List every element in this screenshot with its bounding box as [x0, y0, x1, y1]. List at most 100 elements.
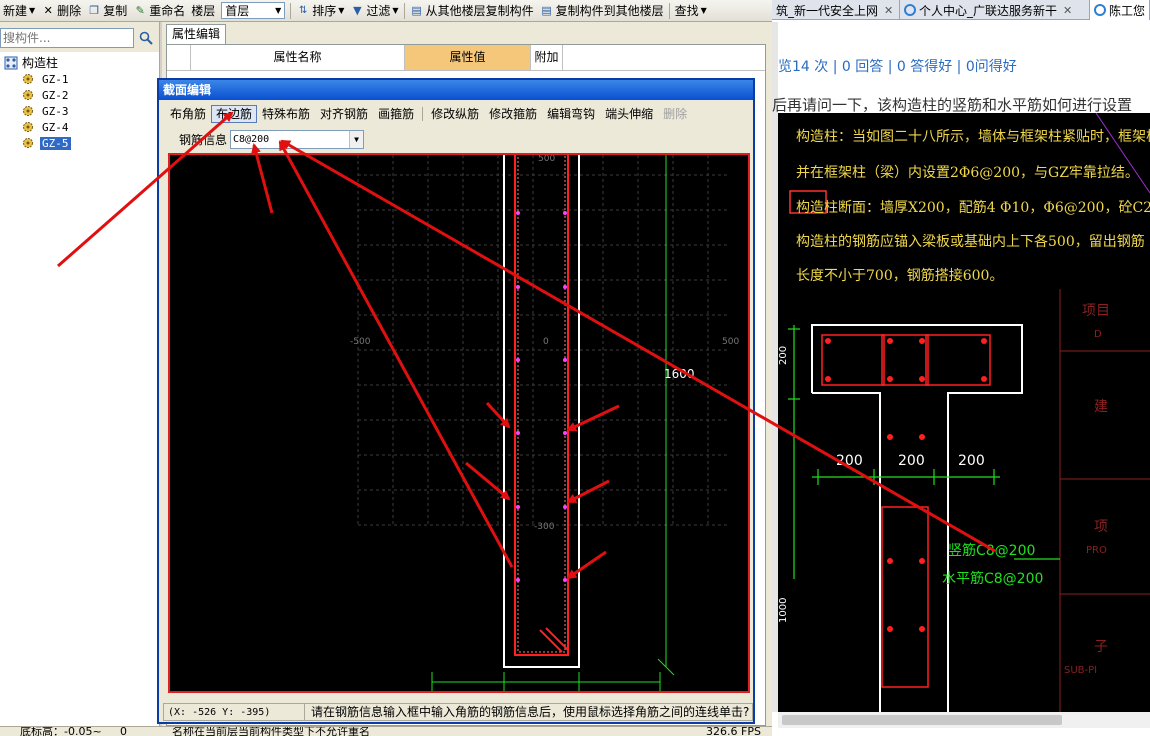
column-header-extra[interactable]: 附加: [531, 45, 563, 70]
dimension-label: 1000: [778, 598, 789, 623]
copy-floor-icon: ▤: [411, 3, 422, 17]
filter-button[interactable]: ▼ 过滤 ▼: [347, 1, 401, 21]
draw-stirrup-button[interactable]: 画箍筋: [373, 105, 419, 123]
dialog-title[interactable]: 截面编辑: [159, 80, 753, 100]
browser-tab-personal[interactable]: 个人中心_广联达服务新干 ✕: [900, 0, 1090, 20]
delete-button[interactable]: ✕ 删除: [38, 1, 84, 21]
column-header-value[interactable]: 属性值: [405, 45, 531, 70]
section-canvas[interactable]: 500 -500 0 500 -300 1600: [168, 153, 750, 693]
find-button[interactable]: 查找 ▼: [672, 1, 710, 21]
note-line: 构造柱：当如图二十八所示，墙体与框架柱紧贴时，框架柱位置应设GZ，: [796, 129, 1150, 145]
new-button[interactable]: 新建 ▼: [0, 1, 38, 21]
column-detail-drawing: 项目 D 建 项 PRO 子 SUB-PI 200 200 200 200 10…: [778, 289, 1150, 712]
rebar-dot: [887, 626, 893, 632]
close-icon[interactable]: ✕: [884, 4, 893, 17]
column-header-name[interactable]: 属性名称: [191, 45, 405, 70]
special-rebar-button[interactable]: 特殊布筋: [257, 105, 315, 123]
rebar-dot: [919, 558, 925, 564]
browser-tab-active[interactable]: 陈工您: [1090, 0, 1150, 20]
tree-item-label: GZ-3: [42, 104, 69, 118]
copy-icon: ❐: [89, 3, 100, 17]
column-detail-svg: 项目 D 建 项 PRO 子 SUB-PI 200 200 200 200 10…: [778, 289, 1150, 712]
tree-item-gz-5[interactable]: GZ-5: [4, 135, 159, 151]
rebar-point[interactable]: [563, 358, 567, 362]
rebar-point[interactable]: [516, 431, 520, 435]
tab-property-edit[interactable]: 属性编辑: [166, 24, 226, 44]
browser-tab-bar: 筑_新一代安全上网 ✕ 个人中心_广联达服务新干 ✕ 陈工您: [772, 0, 1150, 20]
stirrup-rebar[interactable]: [514, 155, 569, 656]
axis-label-left: -500: [350, 337, 371, 347]
rebar-point[interactable]: [516, 358, 520, 362]
tree-item-gz-1[interactable]: GZ-1: [4, 71, 159, 87]
floor-select[interactable]: 首层 ▼: [221, 2, 286, 19]
delete-rebar-button[interactable]: 删除: [658, 105, 692, 123]
rebar-point[interactable]: [516, 285, 520, 289]
tree-item-label: GZ-2: [42, 88, 69, 102]
browser-tab-label: 个人中心_广联达服务新干: [919, 3, 1058, 18]
toolbar-divider: [422, 107, 424, 121]
align-rebar-button[interactable]: 对齐钢筋: [315, 105, 373, 123]
tree-root-constructional-column[interactable]: 构造柱: [4, 54, 159, 71]
modify-stirrup-button[interactable]: 修改箍筋: [484, 105, 542, 123]
component-tree: 构造柱 GZ-1 GZ-2 GZ-3 GZ-4 GZ-5: [0, 52, 159, 151]
rename-icon: ✎: [135, 3, 145, 17]
filter-icon: ▼: [353, 3, 362, 17]
sort-button[interactable]: ⇅ 排序 ▼: [293, 1, 347, 21]
end-extend-button[interactable]: 端头伸缩: [600, 105, 658, 123]
vertical-rebar-label: 竖筋C8@200: [948, 542, 1035, 559]
browser-tab-label: 筑_新一代安全上网: [776, 3, 879, 18]
browser-tab-safe[interactable]: 筑_新一代安全上网 ✕: [772, 0, 900, 20]
find-label: 查找: [674, 4, 699, 18]
axis-label-center: 0: [543, 337, 549, 347]
edge-rebar-button[interactable]: 布边筋: [211, 105, 258, 123]
section-drawing[interactable]: 500 -500 0 500 -300 1600: [170, 155, 748, 691]
rebar-point[interactable]: [563, 431, 567, 435]
corner-rebar-button[interactable]: 布角筋: [165, 105, 211, 123]
close-icon[interactable]: ✕: [1063, 4, 1072, 17]
fps-readout: 326.6 FPS: [706, 726, 761, 736]
modify-longitudinal-button[interactable]: 修改纵筋: [426, 105, 484, 123]
rebar-point[interactable]: [563, 505, 567, 509]
chevron-down-icon[interactable]: ▼: [349, 130, 364, 148]
copy-from-floor-button[interactable]: ▤ 从其他楼层复制构件: [407, 1, 537, 21]
coordinate-readout: (X: -526 Y: -395): [163, 703, 305, 721]
rebar-point[interactable]: [563, 285, 567, 289]
main-toolbar: 新建 ▼ ✕ 删除 ❐ 复制 ✎ 重命名 楼层 首层 ▼ ⇅ 排序 ▼ ▼ 过滤 ▼ ▤ 从其他楼层…: [0, 0, 772, 22]
new-label: 新建: [3, 4, 28, 18]
copy-from-floor-label: 从其他楼层复制构件: [425, 4, 534, 18]
tree-item-label: GZ-4: [42, 120, 69, 134]
rebar-info-input[interactable]: C8@200 ▼: [230, 129, 365, 149]
copy-to-floor-button[interactable]: ▤ 复制构件到其他楼层: [537, 1, 667, 21]
scrollbar-thumb[interactable]: [782, 715, 1062, 725]
browser-favicon-icon: [1094, 4, 1106, 16]
tree-item-gz-2[interactable]: GZ-2: [4, 87, 159, 103]
rebar-point[interactable]: [563, 578, 567, 582]
rebar-dot: [981, 338, 987, 344]
title-block-label: D: [1094, 329, 1102, 340]
toolbar-divider: [403, 2, 405, 19]
sort-label: 排序: [312, 4, 337, 18]
edit-hook-button[interactable]: 编辑弯钩: [542, 105, 600, 123]
rebar-point[interactable]: [516, 211, 520, 215]
tree-item-gz-4[interactable]: GZ-4: [4, 119, 159, 135]
app-status-bar: 底标高：-0.05~ 0 名称在当前层当前构件类型下不允许重名 326.6 FP…: [0, 726, 772, 736]
rebar-point[interactable]: [563, 211, 567, 215]
rebar-point[interactable]: [516, 505, 520, 509]
dialog-status-bar: (X: -526 Y: -395) 请在钢筋信息输入框中输入角筋的钢筋信息后，使…: [163, 702, 753, 722]
rebar-dot: [825, 376, 831, 382]
copy-button[interactable]: ❐ 复制: [84, 1, 130, 21]
search-input[interactable]: [0, 28, 134, 48]
search-button[interactable]: [136, 28, 156, 48]
axis-label-top: 500: [538, 155, 555, 164]
design-note-image: 构造柱：当如图二十八所示，墙体与框架柱紧贴时，框架柱位置应设GZ， 并在框架柱（…: [778, 113, 1150, 289]
tree-item-gz-3[interactable]: GZ-3: [4, 103, 159, 119]
floor-label: 楼层: [191, 4, 216, 18]
rename-button[interactable]: ✎ 重命名: [130, 1, 188, 21]
browser-horizontal-scrollbar[interactable]: [778, 712, 1150, 728]
title-block-label: PRO: [1086, 545, 1107, 556]
rebar-point[interactable]: [516, 578, 520, 582]
tree-item-label: GZ-5: [40, 136, 71, 150]
component-tree-panel: 构造柱 GZ-1 GZ-2 GZ-3 GZ-4 GZ-5: [0, 22, 160, 726]
rebar-dot: [919, 338, 925, 344]
status-zero: 0: [120, 726, 127, 736]
